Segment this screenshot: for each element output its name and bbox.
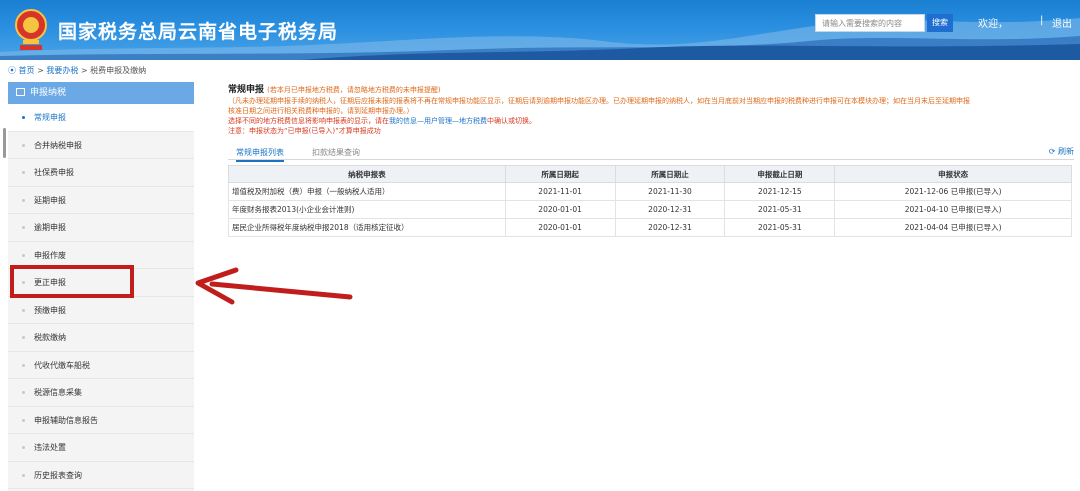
sidebar-item-regular-filing[interactable]: 常规申报 — [8, 104, 194, 132]
column-header: 所属日期起 — [504, 165, 616, 183]
table-cell: 2021-12-15 — [724, 182, 836, 201]
column-header: 申报状态 — [834, 165, 1072, 183]
sidebar-header-label: 申报纳税 — [30, 88, 67, 98]
site-title: 国家税务总局云南省电子税务局 — [58, 21, 339, 43]
table-cell: 2021-11-01 — [504, 182, 616, 201]
table-cell: 2020-12-31 — [614, 218, 726, 237]
location-pin-icon: ⦿ — [8, 66, 16, 75]
logout-link[interactable]: 退出 — [1052, 15, 1072, 30]
sidebar-item-label: 税款缴纳 — [34, 333, 66, 342]
sidebar-item-label: 预缴申报 — [34, 305, 66, 315]
bullet-icon — [22, 308, 25, 312]
folder-icon — [16, 88, 25, 96]
table-cell: 2021-04-04 已申报(已导入) — [834, 218, 1072, 237]
bullet-icon — [22, 418, 25, 422]
sidebar-item-consolidated-filing[interactable]: 合并纳税申报 — [8, 132, 194, 159]
table-cell: 2021-04-10 已申报(已导入) — [834, 200, 1072, 219]
breadcrumb: ⦿ 首页 > 我要办税 > 税费申报及缴纳 — [8, 65, 146, 76]
header-separator: | — [1040, 15, 1044, 26]
bullet-icon — [22, 253, 25, 257]
sidebar-item-label: 延期申报 — [34, 195, 66, 205]
bullet-icon — [22, 226, 25, 229]
table-cell: 2021-12-06 已申报(已导入) — [834, 182, 1072, 201]
refresh-button[interactable]: ⟳ 刷新 — [1049, 146, 1074, 157]
breadcrumb-current: 税费申报及缴纳 — [90, 66, 147, 75]
column-header: 申报截止日期 — [724, 165, 836, 183]
sidebar-item-extended-filing[interactable]: 延期申报 — [8, 187, 194, 214]
sidebar-item-tax-source[interactable]: 税源信息采集 — [8, 379, 194, 407]
page-title: 常规申报 (若本月已申报地方税费，请忽略地方税费的未申报提醒) — [228, 82, 1074, 95]
sidebar-item-label: 税源信息采集 — [34, 388, 82, 397]
site-header: 国家税务总局云南省电子税务局 请输入需要搜索的内容 搜索 欢迎， | 退出 — [0, 0, 1080, 60]
sidebar-item-label: 申报辅助信息报告 — [34, 415, 98, 425]
sidebar-item-label: 逾期申报 — [34, 223, 66, 232]
breadcrumb-tax-handling[interactable]: 我要办税 — [46, 66, 78, 75]
notice-line: 核准日期之间进行相关税费种申报的，请到延期申报办理。） — [228, 107, 414, 115]
welcome-text: 欢迎， — [978, 19, 1008, 30]
sidebar-item-prepayment-filing[interactable]: 预缴申报 — [8, 297, 194, 324]
table-cell: 年度财务报表2013(小企业会计准则) — [228, 200, 506, 219]
tab-deduction-result-query[interactable]: 扣款结果查询 — [312, 147, 360, 158]
page-title-tip: (若本月已申报地方税费，请忽略地方税费的未申报提醒) — [267, 86, 441, 94]
table-cell: 居民企业所得税年度纳税申报2018（适用核定征收） — [228, 218, 506, 237]
sidebar-item-label: 违法处置 — [34, 443, 66, 452]
sidebar-item-label: 社保费申报 — [34, 168, 74, 177]
user-settings-link[interactable]: 我的信息—用户管理—地方税费 — [389, 117, 487, 125]
table-cell: 2021-05-31 — [724, 200, 836, 219]
column-header: 纳税申报表 — [228, 165, 506, 183]
search-button[interactable]: 搜索 — [927, 14, 953, 32]
sidebar-header[interactable]: 申报纳税 — [8, 82, 194, 104]
page-title-text: 常规申报 — [228, 85, 265, 95]
bullet-icon — [22, 363, 25, 367]
bullet-icon — [22, 446, 25, 449]
table-cell: 2021-05-31 — [724, 218, 836, 237]
tab-regular-filing-list[interactable]: 常规申报列表 — [236, 147, 284, 162]
sidebar-item-social-insurance[interactable]: 社保费申报 — [8, 159, 194, 187]
column-header: 所属日期止 — [614, 165, 726, 183]
filing-table: 纳税申报表 所属日期起 所属日期止 申报截止日期 申报状态 增值税及附加税（费）… — [228, 165, 1072, 237]
table-cell: 2021-11-30 — [614, 182, 726, 201]
highlight-box — [10, 265, 134, 298]
tab-bar: 常规申报列表 扣款结果查询 ⟳ 刷新 — [228, 144, 1074, 162]
notice-line: 注意：申报状态为“已申报(已导入)”才算申报成功 — [228, 127, 381, 135]
table-cell: 2020-12-31 — [614, 200, 726, 219]
table-row[interactable]: 年度财务报表2013(小企业会计准则) 2020-01-01 2020-12-3… — [228, 200, 1072, 219]
table-row[interactable]: 增值税及附加税（费）申报（一般纳税人适用） 2021-11-01 2021-11… — [228, 182, 1072, 201]
refresh-icon: ⟳ — [1048, 147, 1056, 156]
sidebar-item-label: 合并纳税申报 — [34, 140, 82, 150]
sidebar-item-tax-payment[interactable]: 税款缴纳 — [8, 324, 194, 352]
table-cell: 增值税及附加税（费）申报（一般纳税人适用） — [228, 182, 506, 201]
breadcrumb-home[interactable]: 首页 — [19, 66, 35, 75]
table-header-row: 纳税申报表 所属日期起 所属日期止 申报截止日期 申报状态 — [228, 165, 1072, 183]
bullet-icon — [22, 473, 25, 477]
sidebar-item-history[interactable]: 历史报表查询 — [8, 462, 194, 489]
sidebar-item-label: 历史报表查询 — [34, 470, 82, 480]
bullet-icon — [22, 116, 25, 119]
breadcrumb-sep: > — [37, 66, 44, 75]
sidebar-item-label: 代收代缴车船税 — [34, 360, 90, 370]
breadcrumb-sep: > — [80, 66, 88, 75]
bullet-icon — [22, 171, 25, 174]
search-input[interactable]: 请输入需要搜索的内容 — [815, 14, 925, 32]
sidebar-item-vehicle-tax[interactable]: 代收代缴车船税 — [8, 352, 194, 379]
notice-text: （凡未办理延期申报手续的纳税人，征期后应报未报的报表将不再在常规申报功能区显示，… — [228, 96, 1068, 136]
table-row[interactable]: 居民企业所得税年度纳税申报2018（适用核定征收） 2020-01-01 202… — [228, 218, 1072, 237]
bullet-icon — [22, 143, 25, 147]
table-cell: 2020-01-01 — [504, 200, 616, 219]
sidebar-item-violation[interactable]: 违法处置 — [8, 434, 194, 462]
tax-emblem-icon — [15, 9, 47, 50]
notice-line: （凡未办理延期申报手续的纳税人，征期后应报未报的报表将不再在常规申报功能区显示，… — [228, 97, 970, 105]
bullet-icon — [22, 198, 25, 202]
sidebar-scrollbar[interactable] — [3, 128, 6, 158]
sidebar-item-overdue-filing[interactable]: 逾期申报 — [8, 214, 194, 242]
sidebar-item-auxiliary-report[interactable]: 申报辅助信息报告 — [8, 407, 194, 434]
bullet-icon — [22, 336, 25, 339]
sidebar-item-label: 常规申报 — [34, 113, 66, 122]
sidebar-item-label: 申报作废 — [34, 250, 66, 260]
table-cell: 2020-01-01 — [504, 218, 616, 237]
bullet-icon — [22, 391, 25, 394]
notice-line: 选择不同的地方税费信息将影响申报表的显示，请在我的信息—用户管理—地方税费中确认… — [228, 117, 536, 125]
main-content: 常规申报 (若本月已申报地方税费，请忽略地方税费的未申报提醒) （凡未办理延期申… — [228, 82, 1074, 136]
